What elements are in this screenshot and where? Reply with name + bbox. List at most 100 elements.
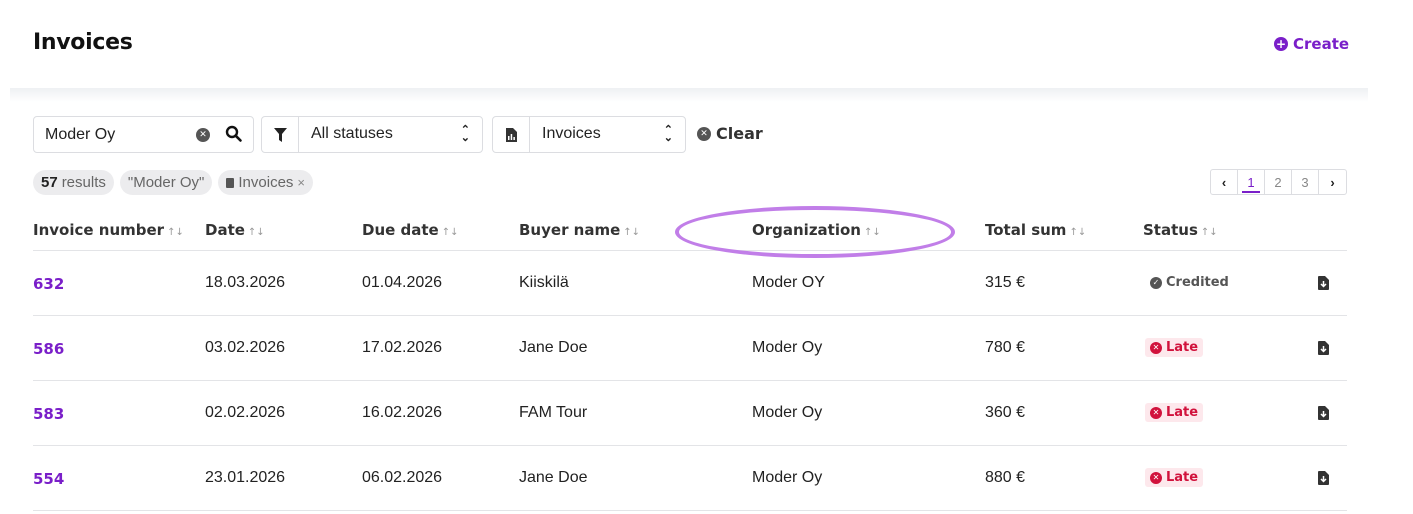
page-2-button[interactable]: 2 — [1265, 170, 1292, 194]
close-circle-icon: ✕ — [1150, 471, 1162, 484]
check-circle-icon: ✓ — [1150, 276, 1162, 289]
page-1-button[interactable]: 1 — [1238, 170, 1265, 194]
clear-filters-button[interactable]: ✕ Clear — [697, 124, 763, 143]
invoice-number-link[interactable]: 632 — [33, 275, 64, 293]
sort-icon: ↑↓ — [623, 227, 641, 238]
status-filter-label: All statuses — [311, 125, 393, 142]
prev-page-button[interactable]: ‹ — [1211, 170, 1238, 194]
download-icon[interactable] — [1318, 276, 1329, 290]
column-label: Total sum — [985, 221, 1067, 239]
create-button-label: Create — [1293, 35, 1350, 53]
status-filter-value[interactable]: All statuses ⌃ ⌄ — [299, 117, 482, 152]
organization: Moder Oy — [752, 339, 823, 356]
search-query-chip-label: "Moder Oy" — [127, 174, 205, 191]
header-divider — [10, 88, 1368, 102]
type-chip-label: Invoices — [238, 174, 294, 191]
total-sum: 360 € — [985, 404, 1026, 421]
buyer-name: Jane Doe — [519, 339, 588, 356]
invoice-date: 03.02.2026 — [205, 339, 286, 356]
sort-caret-icon: ⌃ ⌄ — [663, 124, 673, 144]
status-badge: ✓ Credited — [1145, 273, 1234, 292]
sort-icon: ↑↓ — [1069, 227, 1087, 238]
table-row[interactable]: 583 02.02.2026 16.02.2026 FAM Tour Moder… — [33, 381, 1347, 446]
column-label: Date — [205, 221, 245, 239]
type-filter-label: Invoices — [542, 125, 601, 142]
pagination: ‹ 1 2 3 › — [1210, 169, 1347, 195]
column-label: Buyer name — [519, 221, 621, 239]
filter-icon — [262, 117, 299, 152]
buyer-name: Kiiskilä — [519, 274, 569, 291]
due-date: 01.04.2026 — [362, 274, 443, 291]
invoice-number-link[interactable]: 583 — [33, 405, 64, 423]
sort-icon: ↑↓ — [441, 227, 459, 238]
page-title: Invoices — [33, 30, 133, 55]
invoice-date: 18.03.2026 — [205, 274, 286, 291]
invoice-number-link[interactable]: 586 — [33, 340, 64, 358]
status-badge: ✕ Late — [1145, 468, 1204, 487]
type-filter-value[interactable]: Invoices ⌃ ⌄ — [530, 117, 685, 152]
status-badge: ✕ Late — [1145, 403, 1204, 422]
sort-icon: ↑↓ — [247, 227, 265, 238]
column-header-organization[interactable]: Organization ↑↓ — [752, 221, 881, 239]
results-label: results — [61, 174, 106, 191]
create-button[interactable]: + Create — [1274, 35, 1349, 53]
remove-chip-icon[interactable]: × — [297, 175, 305, 190]
download-icon[interactable] — [1318, 341, 1329, 355]
table-row[interactable]: 632 18.03.2026 01.04.2026 Kiiskilä Moder… — [33, 251, 1347, 316]
buyer-name: Jane Doe — [519, 469, 588, 486]
type-filter-select[interactable]: Invoices ⌃ ⌄ — [492, 116, 686, 153]
table-header: Invoice number ↑↓ Date ↑↓ Due date ↑↓ Buyer… — [33, 213, 1347, 251]
clear-filters-label: Clear — [716, 124, 763, 143]
column-label: Status — [1143, 221, 1198, 239]
close-circle-icon: ✕ — [1150, 341, 1162, 354]
total-sum: 315 € — [985, 274, 1026, 291]
column-header-invoice-number[interactable]: Invoice number ↑↓ — [33, 221, 184, 239]
type-chip[interactable]: Invoices × — [218, 170, 314, 195]
column-label: Due date — [362, 221, 439, 239]
due-date: 06.02.2026 — [362, 469, 443, 486]
column-header-due-date[interactable]: Due date ↑↓ — [362, 221, 459, 239]
close-circle-icon: ✕ — [697, 126, 711, 141]
results-count: 57 — [41, 174, 58, 191]
status-filter-select[interactable]: All statuses ⌃ ⌄ — [261, 116, 483, 153]
status-label: Late — [1166, 405, 1199, 420]
status-label: Credited — [1166, 275, 1229, 290]
active-filter-chips: 57 results "Moder Oy" Invoices × — [33, 170, 314, 195]
column-label: Organization — [752, 221, 861, 239]
table-row[interactable]: 586 03.02.2026 17.02.2026 Jane Doe Moder… — [33, 316, 1347, 381]
search-field[interactable]: ✕ — [33, 116, 254, 153]
search-input[interactable] — [45, 125, 190, 145]
due-date: 16.02.2026 — [362, 404, 443, 421]
column-header-buyer-name[interactable]: Buyer name ↑↓ — [519, 221, 640, 239]
column-header-date[interactable]: Date ↑↓ — [205, 221, 265, 239]
column-label: Invoice number — [33, 221, 165, 239]
table-row[interactable]: 554 23.01.2026 06.02.2026 Jane Doe Moder… — [33, 446, 1347, 511]
plus-circle-icon: + — [1274, 37, 1288, 51]
sort-icon: ↑↓ — [167, 227, 184, 238]
sort-caret-icon: ⌃ ⌄ — [460, 124, 470, 144]
document-icon — [226, 177, 235, 188]
column-header-status[interactable]: Status ↑↓ — [1143, 221, 1218, 239]
status-label: Late — [1166, 470, 1199, 485]
search-query-chip: "Moder Oy" — [119, 170, 213, 195]
download-icon[interactable] — [1318, 406, 1329, 420]
clear-search-icon[interactable]: ✕ — [196, 128, 210, 142]
document-chart-icon — [493, 117, 530, 152]
status-badge: ✕ Late — [1145, 338, 1204, 357]
sort-icon: ↑↓ — [1200, 227, 1218, 238]
status-label: Late — [1166, 340, 1199, 355]
page-header: Invoices + Create — [0, 0, 1413, 88]
invoice-date: 02.02.2026 — [205, 404, 286, 421]
column-header-total-sum[interactable]: Total sum ↑↓ — [985, 221, 1086, 239]
invoice-date: 23.01.2026 — [205, 469, 286, 486]
close-circle-icon: ✕ — [1150, 406, 1162, 419]
search-icon[interactable] — [225, 125, 243, 143]
organization: Moder Oy — [752, 404, 823, 421]
download-icon[interactable] — [1318, 471, 1329, 485]
organization: Moder OY — [752, 274, 825, 291]
total-sum: 780 € — [985, 339, 1026, 356]
invoice-number-link[interactable]: 554 — [33, 470, 64, 488]
next-page-button[interactable]: › — [1319, 170, 1346, 194]
page-3-button[interactable]: 3 — [1292, 170, 1319, 194]
sort-icon: ↑↓ — [863, 227, 881, 238]
